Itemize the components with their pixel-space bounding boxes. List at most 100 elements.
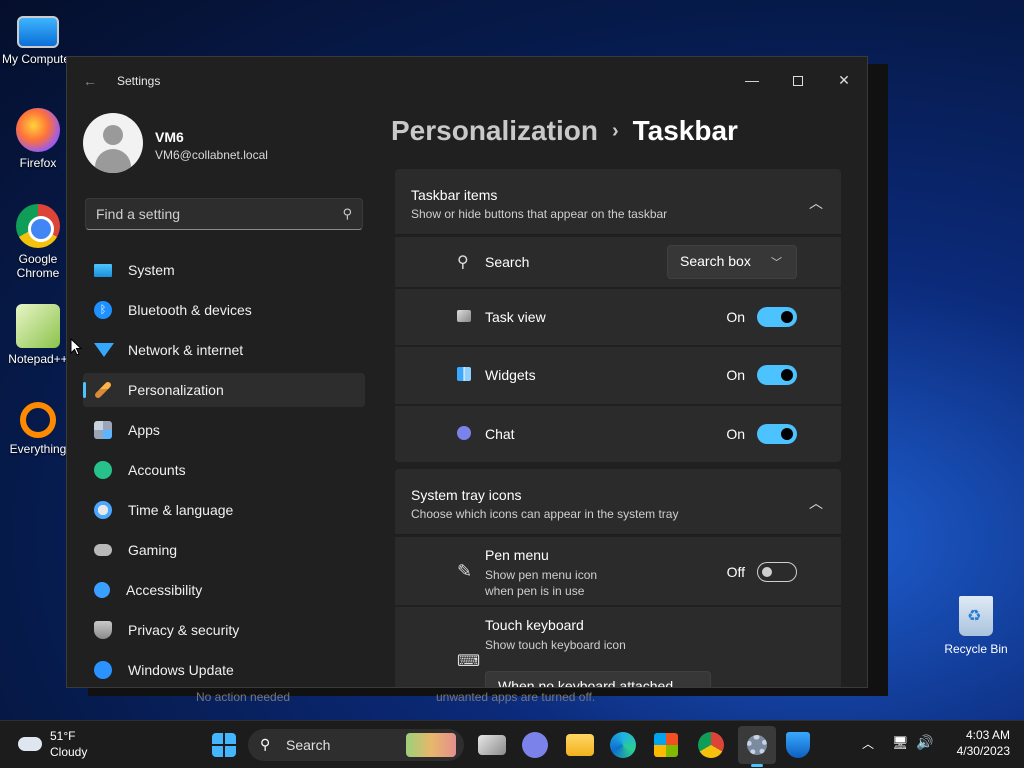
sidebar-nav: System ᛒ Bluetooth & devices Network & i… xyxy=(83,253,365,687)
dropdown-value: Search box xyxy=(680,253,751,269)
defender-shield-icon[interactable] xyxy=(786,732,810,758)
desktop-icon-label: My Computer xyxy=(1,52,75,66)
chevron-down-icon: ﹀ xyxy=(771,257,782,269)
section-subtitle: Show or hide buttons that appear on the … xyxy=(411,207,668,221)
search-icon: ⚲ xyxy=(342,206,352,221)
sidebar-item-network[interactable]: Network & internet xyxy=(83,333,365,367)
task-view-icon[interactable] xyxy=(478,735,506,755)
accessibility-icon xyxy=(94,582,110,598)
row-label: Touch keyboard xyxy=(485,617,584,633)
task-view-toggle[interactable] xyxy=(757,307,797,327)
avatar xyxy=(83,113,143,173)
start-button[interactable] xyxy=(212,733,236,757)
toggle-state-text: On xyxy=(726,426,745,442)
brush-icon xyxy=(93,380,113,400)
maximize-button[interactable] xyxy=(775,65,821,95)
desktop-icon-my-computer[interactable]: My Computer xyxy=(0,10,76,66)
profile-email: VM6@collabnet.local xyxy=(155,148,268,162)
breadcrumb-parent[interactable]: Personalization xyxy=(391,115,598,146)
desktop-icon-notepadpp[interactable]: Notepad++ xyxy=(0,304,76,366)
sidebar-item-gaming[interactable]: Gaming xyxy=(83,533,365,567)
chevron-up-icon[interactable]: ︿ xyxy=(809,193,823,213)
desktop-icon-firefox[interactable]: Firefox xyxy=(0,108,76,170)
network-icon[interactable]: 🖥 xyxy=(892,735,909,751)
minimize-button[interactable]: — xyxy=(729,65,775,95)
taskbar-items-header[interactable]: Taskbar items Show or hide buttons that … xyxy=(395,169,841,235)
setting-row-task-view: Task view On xyxy=(395,287,841,345)
wifi-icon xyxy=(94,343,114,357)
desktop-icon-label: Recycle Bin xyxy=(944,642,1008,656)
sidebar-item-time-language[interactable]: Time & language xyxy=(83,493,365,527)
sidebar-item-personalization[interactable]: Personalization xyxy=(83,373,365,407)
task-view-icon xyxy=(457,309,471,327)
desktop-icon-recycle-bin[interactable]: Recycle Bin xyxy=(940,596,1012,656)
sidebar-item-bluetooth[interactable]: ᛒ Bluetooth & devices xyxy=(83,293,365,327)
search-icon: ⚲ xyxy=(457,254,469,271)
volume-icon[interactable]: 🔊 xyxy=(916,734,933,751)
row-label: Search xyxy=(485,254,530,270)
chevron-right-icon: › xyxy=(611,120,619,142)
desktop-icon-label: Notepad++ xyxy=(8,352,68,366)
row-sublabel: when pen is in use xyxy=(485,584,585,598)
search-dropdown[interactable]: Search box ﹀ xyxy=(667,245,797,279)
controller-icon xyxy=(94,544,112,556)
desktop-icon-label: Everything xyxy=(9,442,67,456)
setting-row-chat: Chat On xyxy=(395,404,841,462)
clock-globe-icon xyxy=(94,501,112,519)
toggle-state-text: Off xyxy=(726,564,745,580)
sidebar-item-windows-update[interactable]: Windows Update xyxy=(83,653,365,687)
widgets-toggle[interactable] xyxy=(757,365,797,385)
keyboard-icon: ⌨ xyxy=(457,653,481,670)
pen-menu-toggle[interactable] xyxy=(757,562,797,582)
firefox-icon xyxy=(16,108,60,152)
sidebar-item-apps[interactable]: Apps xyxy=(83,413,365,447)
profile-name: VM6 xyxy=(155,129,184,145)
search-input[interactable]: Find a setting ⚲ xyxy=(85,198,363,230)
breadcrumb: Personalization › Taskbar xyxy=(391,115,738,147)
dropdown-value: When no keyboard attached xyxy=(498,678,674,687)
chrome-icon[interactable] xyxy=(698,732,724,758)
setting-row-touch-keyboard: ⌨ Touch keyboard Show touch keyboard ico… xyxy=(395,605,841,687)
toggle-state-text: On xyxy=(726,309,745,325)
row-sublabel: Show pen menu icon xyxy=(485,568,598,582)
sidebar-item-label: Apps xyxy=(128,422,160,438)
user-profile[interactable]: VM6 VM6@collabnet.local xyxy=(83,113,373,177)
sidebar-item-label: System xyxy=(128,262,175,278)
sidebar-item-accessibility[interactable]: Accessibility xyxy=(83,573,365,607)
taskbar-search-label: Search xyxy=(286,737,331,753)
chat-toggle[interactable] xyxy=(757,424,797,444)
section-title: Taskbar items xyxy=(411,187,498,203)
close-button[interactable]: ✕ xyxy=(821,65,867,95)
main-content: Personalization › Taskbar Taskbar items Sh… xyxy=(391,105,867,687)
chat-icon[interactable] xyxy=(522,732,548,758)
store-icon[interactable] xyxy=(654,733,678,757)
toggle-state-text: On xyxy=(726,367,745,383)
clock-date: 4/30/2023 xyxy=(956,744,1010,758)
cloud-icon xyxy=(18,737,42,751)
desktop-icon-everything[interactable]: Everything xyxy=(0,402,76,456)
edge-icon[interactable] xyxy=(610,732,636,758)
sidebar-item-accounts[interactable]: Accounts xyxy=(83,453,365,487)
chevron-up-icon[interactable]: ︿ xyxy=(809,493,823,513)
touch-keyboard-dropdown[interactable]: When no keyboard attached xyxy=(485,671,711,687)
magnifier-icon xyxy=(20,402,56,438)
system-tray-header[interactable]: System tray icons Choose which icons can… xyxy=(395,469,841,535)
desktop-icon-label: Firefox xyxy=(19,156,57,170)
weather-widget[interactable]: 51°F Cloudy xyxy=(16,727,106,763)
sidebar-item-label: Windows Update xyxy=(128,662,234,678)
title-bar[interactable]: ← Settings — ✕ xyxy=(67,57,867,105)
sidebar-item-system[interactable]: System xyxy=(83,253,365,287)
sidebar-item-privacy[interactable]: Privacy & security xyxy=(83,613,365,647)
settings-taskbar-button[interactable] xyxy=(738,726,776,767)
desktop-icon-chrome[interactable]: Google Chrome xyxy=(0,204,76,280)
person-icon xyxy=(94,461,112,479)
search-highlight-icon xyxy=(406,733,456,757)
back-arrow-icon[interactable]: ← xyxy=(83,73,97,89)
search-icon: ⚲ xyxy=(260,736,271,752)
system-clock[interactable]: 4:03 AM 4/30/2023 xyxy=(946,727,1010,759)
file-explorer-icon[interactable] xyxy=(566,734,594,756)
chevron-up-icon[interactable]: ︿ xyxy=(862,735,874,752)
row-sublabel: Show touch keyboard icon xyxy=(485,638,626,652)
taskbar-search-box[interactable]: ⚲ Search xyxy=(248,729,464,761)
sidebar-item-label: Accessibility xyxy=(126,582,203,598)
